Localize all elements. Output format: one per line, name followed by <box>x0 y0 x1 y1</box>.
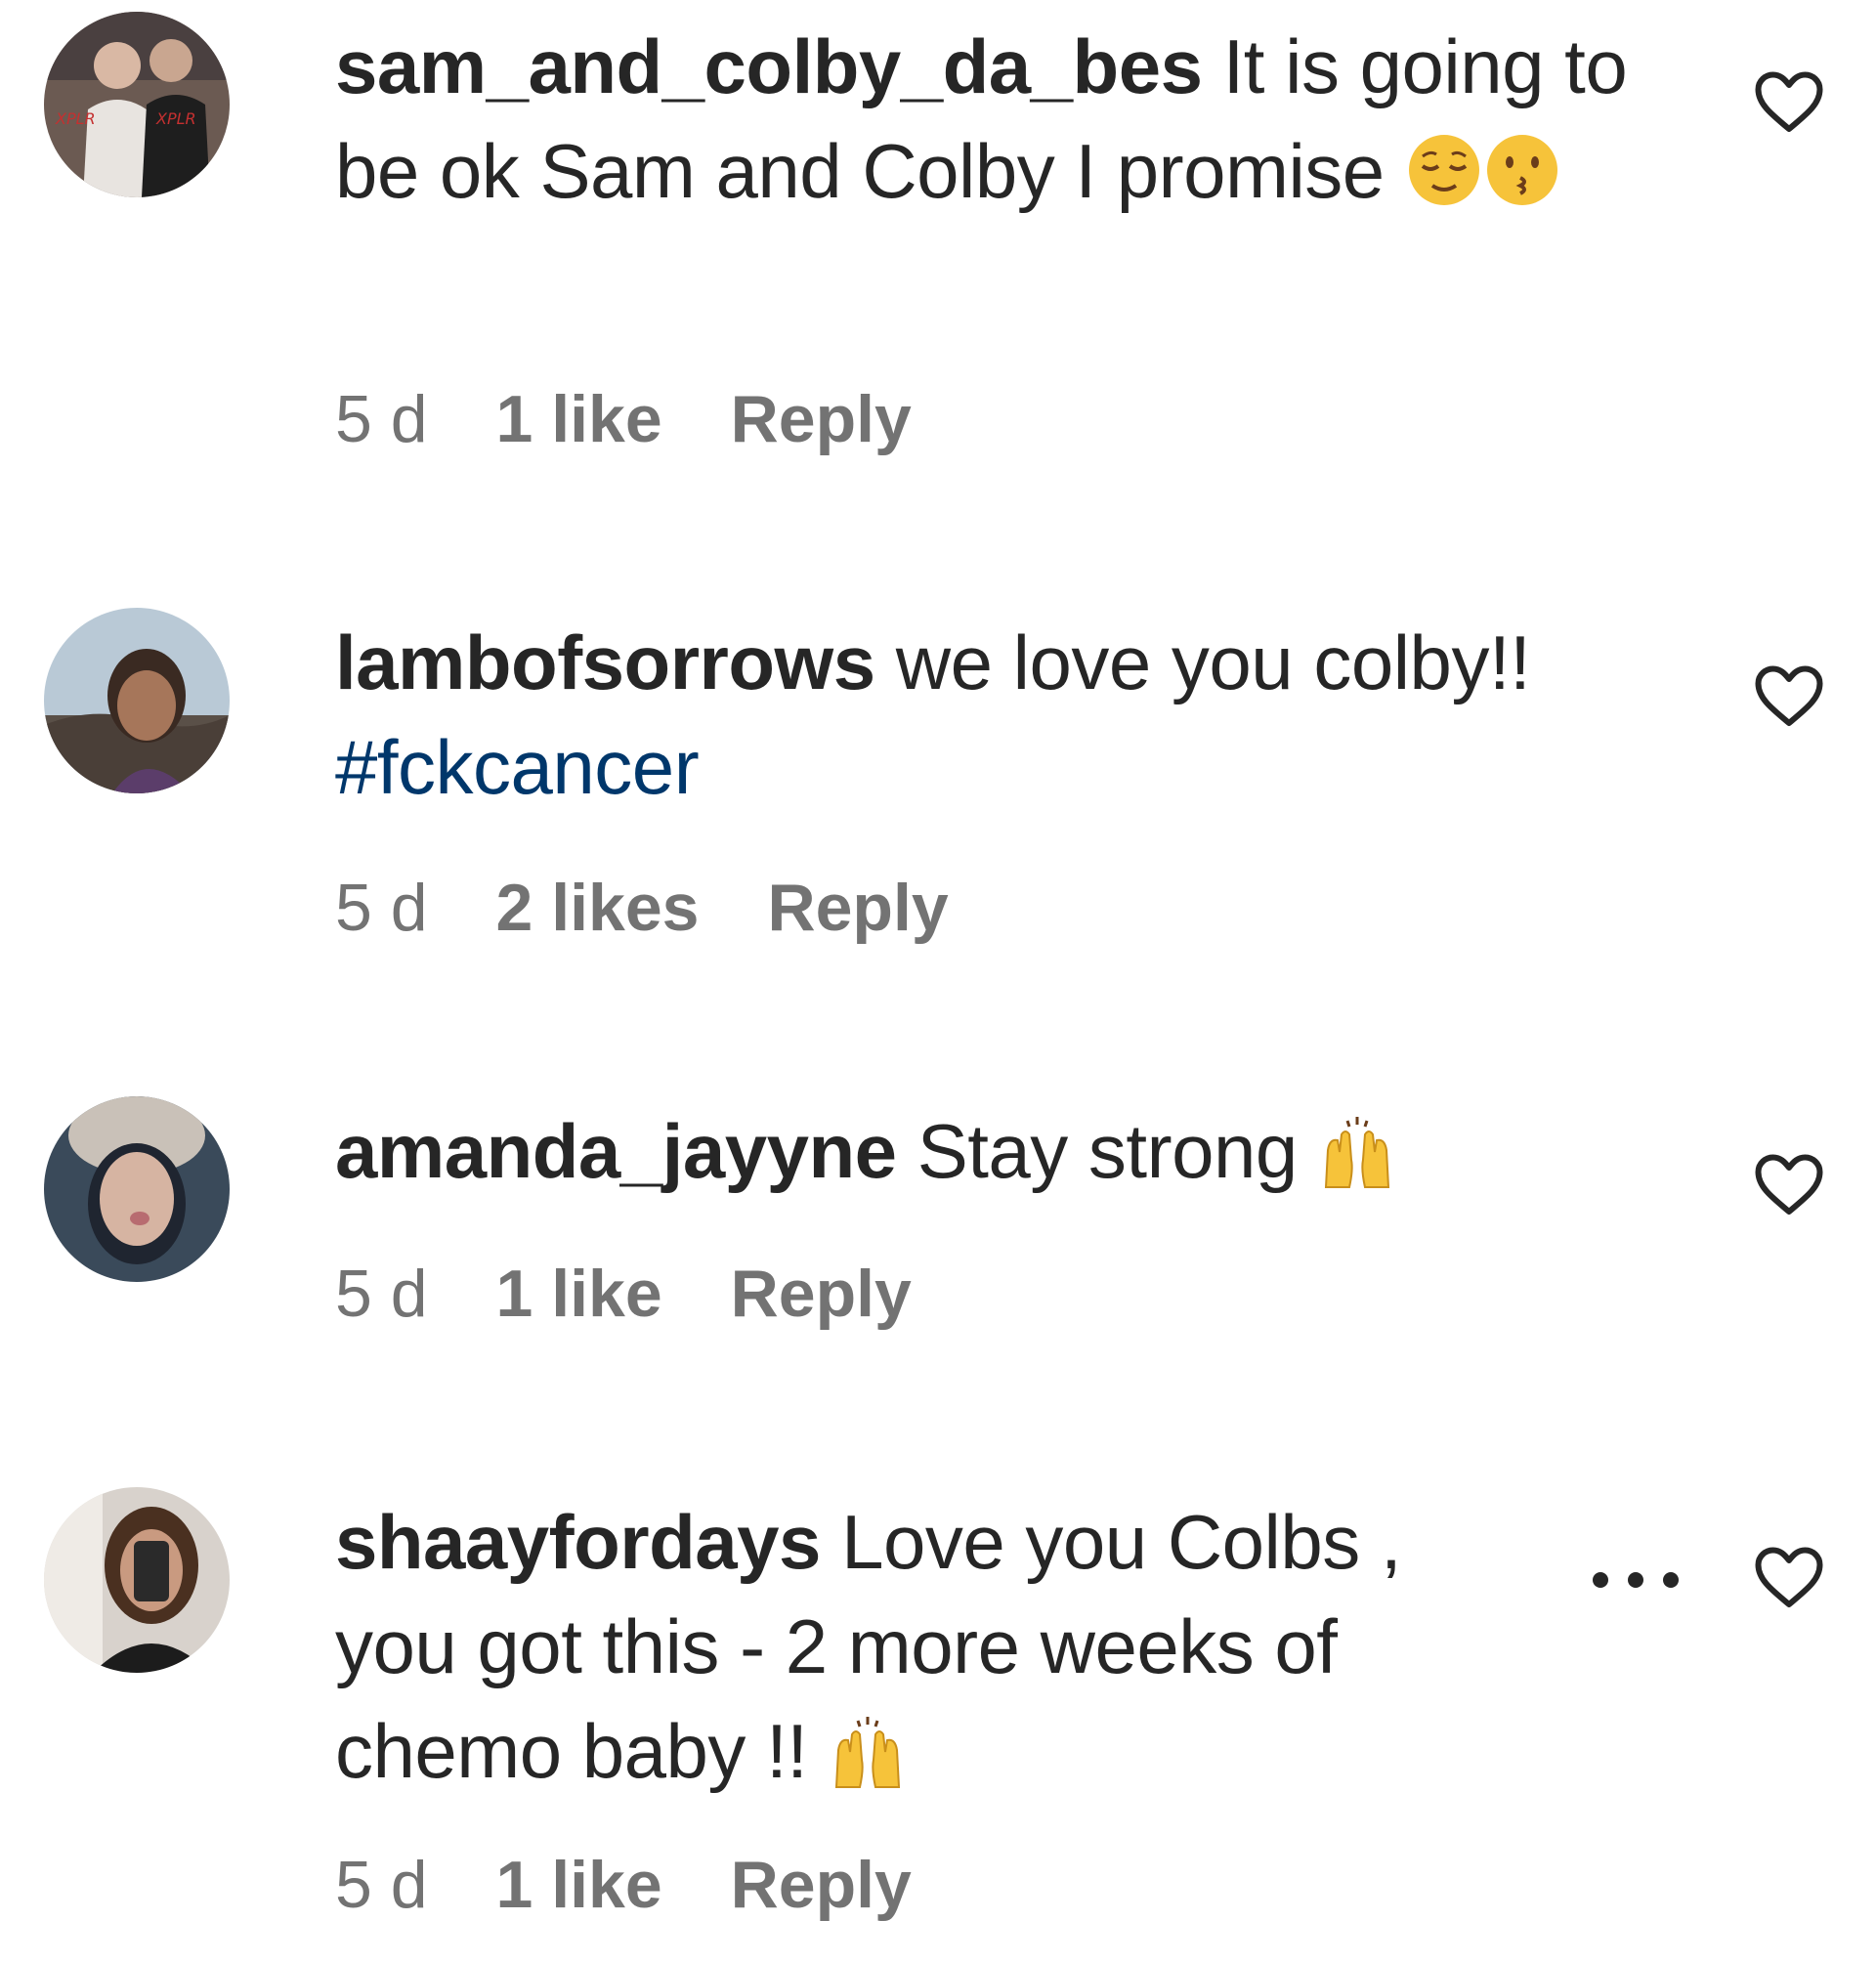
comment-body: shaayfordays Love you Colbs , you got th… <box>335 1490 1527 1804</box>
comment-time: 5 d <box>335 382 428 456</box>
heart-outline-icon[interactable] <box>1754 1153 1824 1217</box>
relieved-face-emoji <box>1405 131 1483 209</box>
svg-text:XPLR: XPLR <box>155 109 196 128</box>
comment-text: Stay strong <box>917 1108 1299 1194</box>
comment-body: amanda_jayyne Stay strong <box>335 1099 1635 1204</box>
reply-button[interactable]: Reply <box>731 381 912 457</box>
comment-meta: 5 d 1 like Reply <box>335 1847 980 1923</box>
comment-likes[interactable]: 1 like <box>496 1256 662 1332</box>
avatar[interactable] <box>44 1096 230 1282</box>
raising-hands-emoji <box>829 1711 907 1789</box>
kissing-face-emoji <box>1483 131 1561 209</box>
more-options-icon[interactable] <box>1591 1570 1681 1590</box>
comment-item: lambofsorrows we love you colby!! #fckca… <box>0 547 1876 1036</box>
comment-text: we love you colby!! <box>895 619 1531 705</box>
comment-item: XPLR XPLR sam_and_colby_da_bes It is goi… <box>0 0 1876 547</box>
comment-time: 5 d <box>335 871 428 945</box>
comment-item: amanda_jayyne Stay strong 5 d 1 like Reply <box>0 1036 1876 1475</box>
heart-outline-icon[interactable] <box>1754 1546 1824 1610</box>
avatar[interactable]: XPLR XPLR <box>44 12 230 197</box>
comment-time: 5 d <box>335 1257 428 1331</box>
comment-username[interactable]: amanda_jayyne <box>335 1108 897 1194</box>
reply-button[interactable]: Reply <box>731 1256 912 1332</box>
comment-likes[interactable]: 1 like <box>496 1847 662 1923</box>
heart-outline-icon[interactable] <box>1754 70 1824 135</box>
comment-body: lambofsorrows we love you colby!! #fckca… <box>335 611 1635 820</box>
avatar[interactable] <box>44 1487 230 1673</box>
reply-button[interactable]: Reply <box>731 1847 912 1923</box>
avatar[interactable] <box>44 608 230 793</box>
comment-meta: 5 d 2 likes Reply <box>335 870 1017 946</box>
reply-button[interactable]: Reply <box>767 870 948 946</box>
comment-username[interactable]: lambofsorrows <box>335 619 875 705</box>
comment-hashtag[interactable]: #fckcancer <box>335 724 700 810</box>
comment-username[interactable]: sam_and_colby_da_bes <box>335 23 1203 109</box>
comment-username[interactable]: shaayfordays <box>335 1499 821 1585</box>
comment-body: sam_and_colby_da_bes It is going to be o… <box>335 15 1635 224</box>
comment-time: 5 d <box>335 1848 428 1922</box>
comment-likes[interactable]: 1 like <box>496 381 662 457</box>
comment-item: shaayfordays Love you Colbs , you got th… <box>0 1475 1876 1963</box>
comment-meta: 5 d 1 like Reply <box>335 381 980 457</box>
comment-likes[interactable]: 2 likes <box>496 870 700 946</box>
heart-outline-icon[interactable] <box>1754 664 1824 729</box>
raising-hands-emoji <box>1318 1111 1396 1189</box>
svg-text:XPLR: XPLR <box>55 109 96 128</box>
comment-meta: 5 d 1 like Reply <box>335 1256 980 1332</box>
